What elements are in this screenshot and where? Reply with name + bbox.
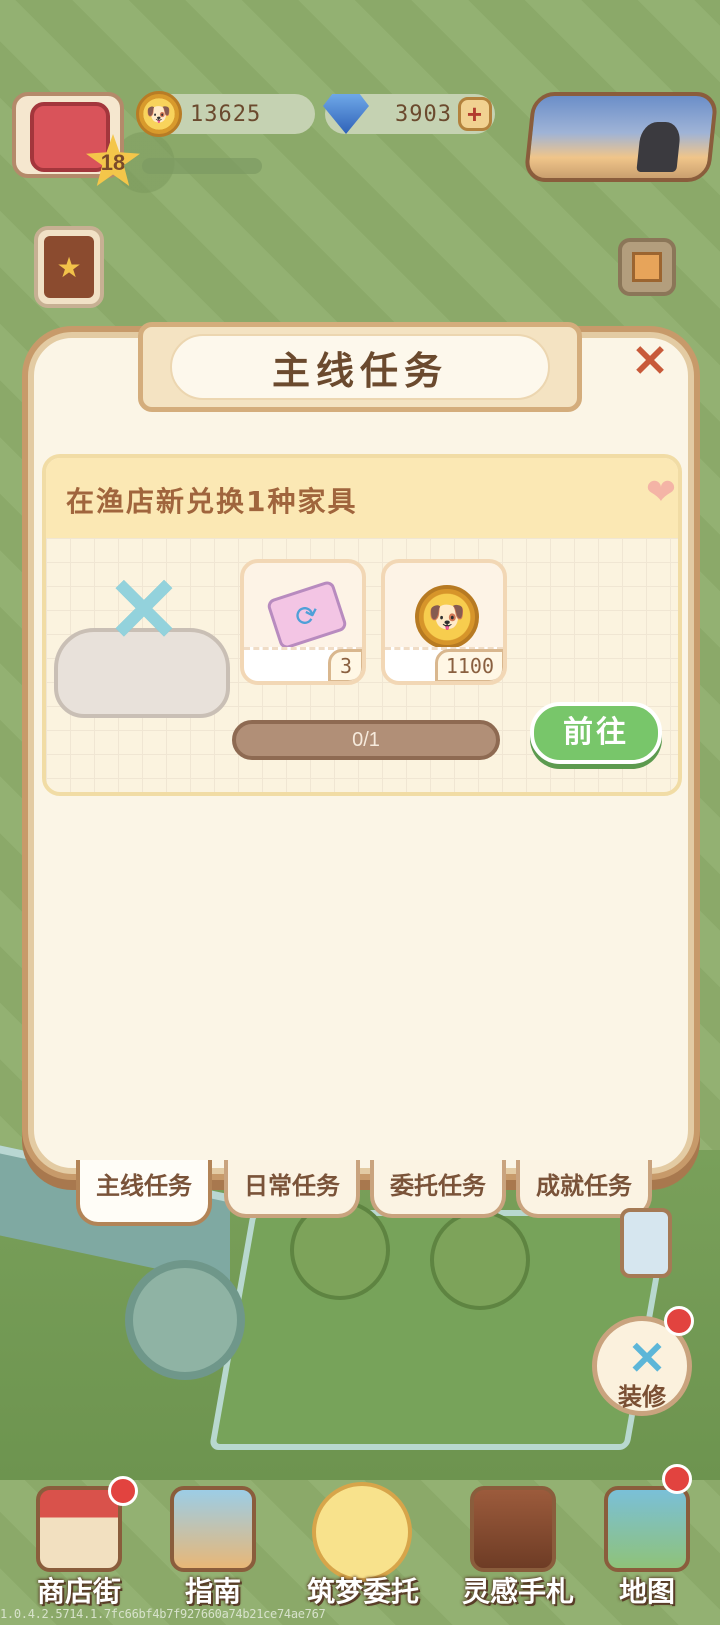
quest-tabs: 主线任务 日常任务 委托任务 成就任务: [76, 1160, 656, 1226]
ticket-icon: ⟳: [265, 579, 349, 651]
collection-book-button[interactable]: ★: [34, 226, 104, 308]
guide-icon: [170, 1486, 256, 1572]
close-button[interactable]: ✕: [628, 340, 672, 384]
nav-label: 地图: [618, 1575, 675, 1608]
nav-label: 商店街: [36, 1575, 121, 1608]
furniture-preview: ✕: [54, 561, 230, 720]
tab-main-quest[interactable]: 主线任务: [76, 1160, 212, 1226]
nav-label: 灵感手札: [461, 1575, 574, 1608]
box-icon: [632, 252, 662, 282]
add-gems-button[interactable]: +: [458, 97, 492, 131]
cat-silhouette: [636, 122, 682, 172]
nav-label: 筑梦委托: [306, 1575, 419, 1608]
corgi-coin-icon: 🐶: [136, 91, 182, 137]
shop-icon: [36, 1486, 122, 1572]
map-icon: [604, 1486, 690, 1572]
storage-box-button[interactable]: [618, 238, 676, 296]
panel-title-plate: 主线任务: [138, 322, 582, 412]
decorate-x-icon: ✕: [106, 561, 182, 661]
corgi-coin-icon: 🐶: [415, 585, 479, 649]
reward-quantity: 1100: [434, 649, 503, 681]
scene-card[interactable]: [523, 92, 719, 182]
task-description: 在渔店新兑换1种家具: [46, 458, 678, 538]
panel-title: 主线任务: [170, 334, 550, 400]
notebook-icon: [312, 1482, 412, 1582]
nav-map[interactable]: 地图: [592, 1464, 702, 1608]
nav-dream-commission[interactable]: 筑梦委托: [298, 1478, 428, 1608]
reward-quantity: 3: [328, 649, 362, 681]
reward-ticket[interactable]: ⟳ 3: [240, 559, 366, 685]
stone-well: [125, 1260, 245, 1380]
notification-badge: [662, 1464, 692, 1494]
nav-shop-street[interactable]: 商店街: [24, 1476, 138, 1608]
tab-daily-quest[interactable]: 日常任务: [224, 1160, 360, 1218]
tree: [430, 1210, 530, 1310]
reward-coins[interactable]: 🐶 1100: [381, 559, 507, 685]
decorate-label: 装修: [618, 1383, 666, 1411]
go-button[interactable]: 前往: [530, 702, 662, 764]
quill-book-icon: [470, 1486, 556, 1572]
star-book-icon: ★: [44, 236, 94, 298]
task-progress-bar: 0/1: [232, 720, 500, 760]
hearts-decoration: ❤: [645, 472, 676, 513]
nav-inspiration-notes[interactable]: 灵感手札: [458, 1478, 578, 1608]
mirror-furniture: [620, 1208, 672, 1278]
version-string: 1.0.4.2.5714.1.7fc66bf4b7f927660a74b21ce…: [0, 1607, 326, 1621]
nav-label: 指南: [184, 1575, 241, 1608]
gem-value: 3903: [395, 101, 452, 127]
experience-bar: [142, 158, 262, 174]
coin-counter[interactable]: 🐶 13625: [136, 91, 315, 137]
gem-counter[interactable]: 3903 +: [323, 94, 495, 134]
tab-commission-quest[interactable]: 委托任务: [370, 1160, 506, 1218]
notification-badge: [664, 1306, 694, 1336]
nav-guide[interactable]: 指南: [158, 1478, 268, 1608]
diamond-icon: [323, 94, 369, 134]
notification-badge: [108, 1476, 138, 1506]
coin-value: 13625: [190, 101, 262, 127]
